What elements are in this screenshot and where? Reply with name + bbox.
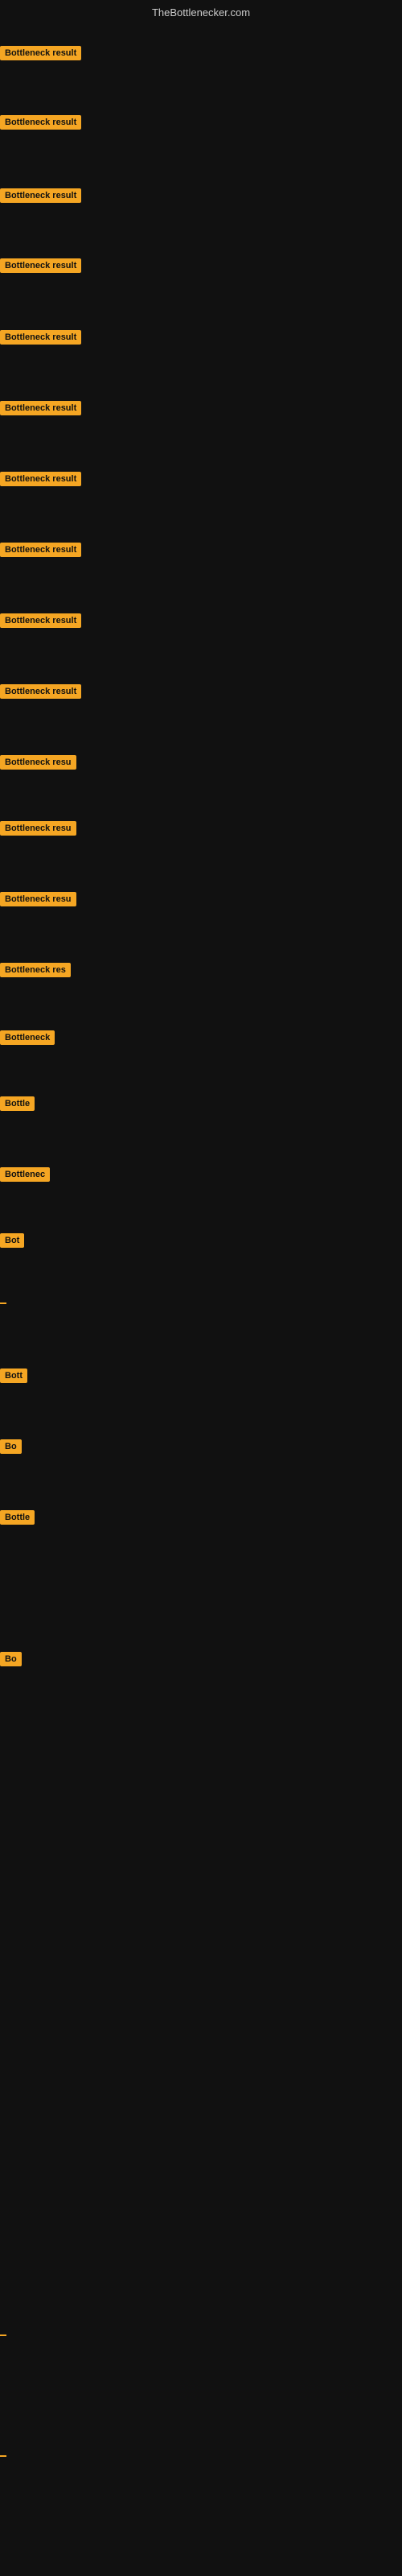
site-title: TheBottlenecker.com xyxy=(0,6,402,19)
bottleneck-badge-15: Bottleneck xyxy=(0,1030,55,1045)
bottleneck-badge-22: Bo xyxy=(0,1652,22,1666)
bottleneck-badge-21: Bottle xyxy=(0,1510,35,1525)
bottleneck-badge-18: Bot xyxy=(0,1233,24,1248)
bottleneck-badge-2: Bottleneck result xyxy=(0,115,81,130)
bar-line-3 xyxy=(0,2455,6,2457)
bottleneck-badge-14: Bottleneck res xyxy=(0,963,71,977)
bottleneck-badge-10: Bottleneck result xyxy=(0,684,81,699)
bottleneck-badge-8: Bottleneck result xyxy=(0,543,81,557)
bottleneck-badge-7: Bottleneck result xyxy=(0,472,81,486)
bottleneck-badge-13: Bottleneck resu xyxy=(0,892,76,906)
bottleneck-badge-3: Bottleneck result xyxy=(0,188,81,203)
bottleneck-badge-6: Bottleneck result xyxy=(0,401,81,415)
bottleneck-badge-16: Bottle xyxy=(0,1096,35,1111)
bottleneck-badge-20: Bo xyxy=(0,1439,22,1454)
bar-line-1 xyxy=(0,1302,6,1304)
bar-line-2 xyxy=(0,2334,6,2336)
bottleneck-badge-5: Bottleneck result xyxy=(0,330,81,345)
bottleneck-badge-17: Bottlenec xyxy=(0,1167,50,1182)
bottleneck-badge-12: Bottleneck resu xyxy=(0,821,76,836)
bottleneck-badge-9: Bottleneck result xyxy=(0,613,81,628)
bottleneck-badge-19: Bott xyxy=(0,1368,27,1383)
bottleneck-badge-1: Bottleneck result xyxy=(0,46,81,60)
bottleneck-badge-11: Bottleneck resu xyxy=(0,755,76,770)
bottleneck-badge-4: Bottleneck result xyxy=(0,258,81,273)
